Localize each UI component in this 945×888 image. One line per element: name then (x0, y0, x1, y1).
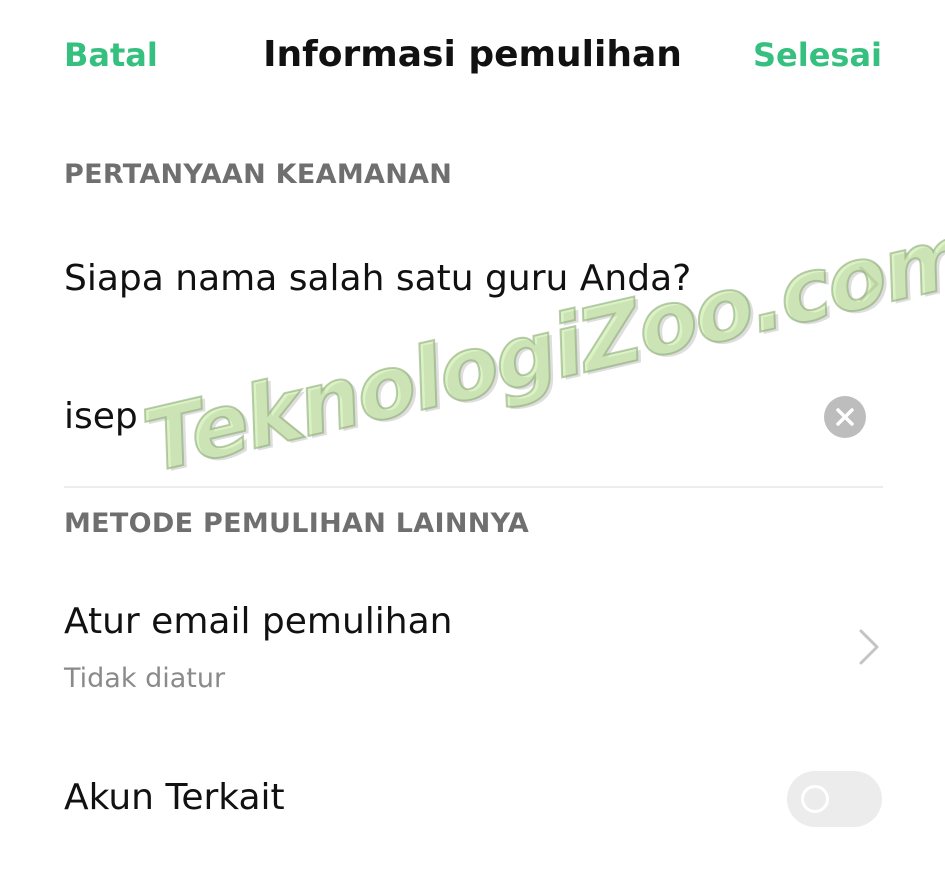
security-answer-input[interactable]: isep (64, 396, 138, 437)
section-header-security-question: PERTANYAAN KEAMANAN (64, 159, 453, 190)
recovery-email-title: Atur email pemulihan (64, 601, 453, 642)
clear-circle-icon (836, 408, 854, 426)
chevron-right-icon (859, 266, 879, 302)
section-header-other-methods: METODE PEMULIHAN LAINNYA (64, 508, 530, 539)
clear-answer-button[interactable] (824, 396, 866, 438)
chevron-right-icon (859, 629, 879, 665)
divider (64, 486, 883, 488)
recovery-email-row[interactable]: Atur email pemulihan Tidak diatur (0, 585, 945, 715)
linked-accounts-row: Akun Terkait (0, 755, 945, 855)
top-bar: Batal Informasi pemulihan Selesai (0, 0, 945, 115)
recovery-email-status: Tidak diatur (64, 663, 226, 694)
security-question-text: Siapa nama salah satu guru Anda? (64, 258, 692, 299)
linked-accounts-toggle[interactable] (787, 771, 882, 827)
security-answer-field[interactable]: isep (0, 368, 945, 468)
security-question-row[interactable]: Siapa nama salah satu guru Anda? (0, 230, 945, 340)
toggle-knob (801, 785, 829, 813)
done-button[interactable]: Selesai (753, 36, 882, 74)
linked-accounts-label: Akun Terkait (64, 777, 285, 818)
